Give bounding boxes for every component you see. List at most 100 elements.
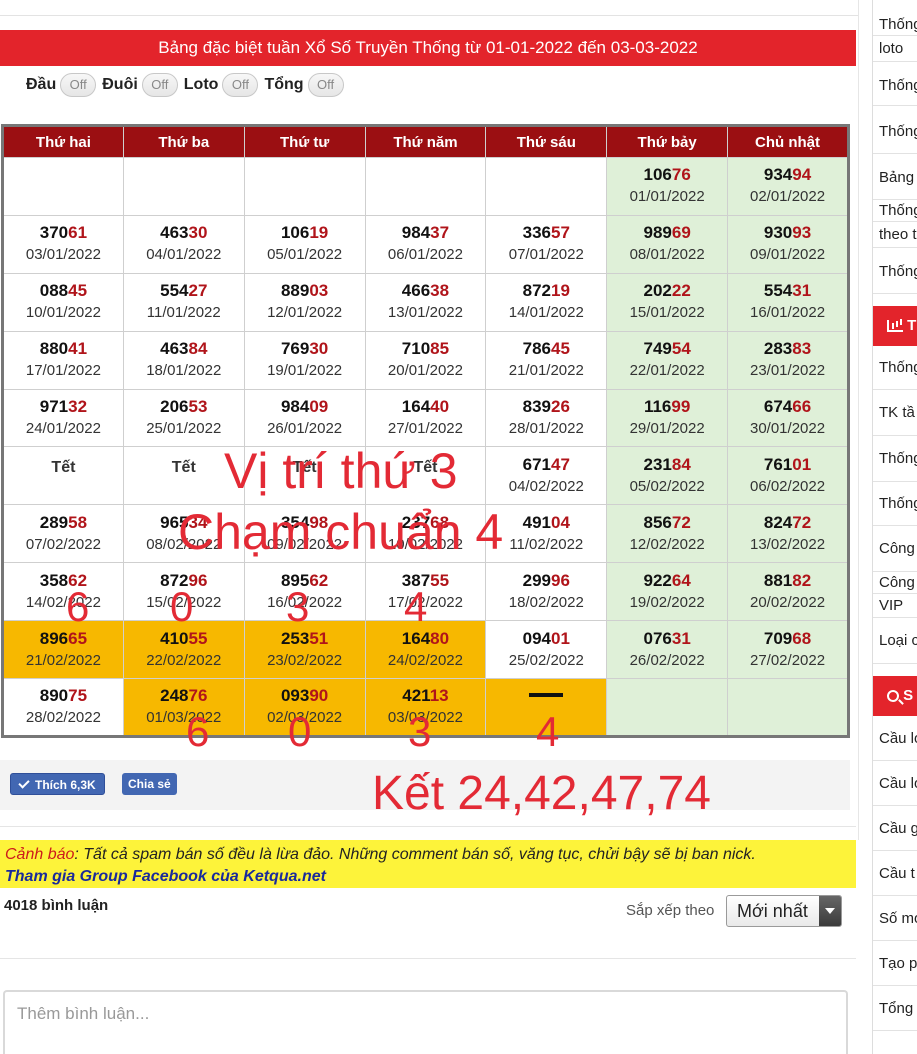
- special-prize-number[interactable]: 29996: [486, 570, 606, 592]
- sidebar-link[interactable]: Cầu t: [873, 851, 917, 896]
- sidebar-link[interactable]: loto: [873, 36, 917, 62]
- dau-switch[interactable]: Off: [60, 73, 97, 97]
- special-prize-number[interactable]: 23184: [607, 454, 727, 476]
- special-prize-number[interactable]: 24876: [124, 685, 244, 707]
- sidebar-link[interactable]: Thống: [873, 110, 917, 154]
- special-prize-number[interactable]: 16440: [366, 396, 486, 418]
- special-prize-number[interactable]: 08845: [4, 280, 123, 302]
- special-prize-number[interactable]: 98969: [607, 222, 727, 244]
- sidebar-link[interactable]: Cầu g: [873, 806, 917, 851]
- sidebar-link[interactable]: Cầu lo: [873, 716, 917, 761]
- special-prize-number[interactable]: 78645: [486, 338, 606, 360]
- special-prize-number[interactable]: 92264: [607, 570, 727, 592]
- sidebar-link[interactable]: theo t: [873, 222, 917, 248]
- sidebar-link[interactable]: Tổng: [873, 986, 917, 1031]
- special-prize-number[interactable]: 70968: [728, 628, 847, 650]
- special-prize-number[interactable]: 46384: [124, 338, 244, 360]
- special-prize-number[interactable]: 76101: [728, 454, 847, 476]
- chevron-down-icon[interactable]: [819, 896, 841, 926]
- sidebar-link[interactable]: Thống: [873, 250, 917, 294]
- special-prize-number[interactable]: 83926: [486, 396, 606, 418]
- sidebar-link[interactable]: VIP: [873, 594, 917, 618]
- special-prize-number[interactable]: 98409: [245, 396, 365, 418]
- sidebar-link[interactable]: Cầu lo: [873, 761, 917, 806]
- special-prize-number[interactable]: 23768: [366, 512, 486, 534]
- sidebar-link[interactable]: Thống: [873, 14, 917, 36]
- special-prize-number[interactable]: 89562: [245, 570, 365, 592]
- special-prize-number[interactable]: 10619: [245, 222, 365, 244]
- special-prize-number[interactable]: 09401: [486, 628, 606, 650]
- sidebar-link[interactable]: TK tầ: [873, 390, 917, 436]
- last-two-digits: 90: [309, 686, 329, 705]
- special-prize-number[interactable]: 49104: [486, 512, 606, 534]
- special-prize-number[interactable]: 76930: [245, 338, 365, 360]
- sidebar-link[interactable]: Tạo p: [873, 941, 917, 986]
- special-prize-number[interactable]: 82472: [728, 512, 847, 534]
- special-prize-number[interactable]: 87296: [124, 570, 244, 592]
- comment-input[interactable]: Thêm bình luận...: [3, 990, 848, 1054]
- result-cell: 38755 17/02/2022: [364, 562, 487, 622]
- special-prize-number[interactable]: 88041: [4, 338, 123, 360]
- special-prize-number[interactable]: 20653: [124, 396, 244, 418]
- sidebar-link[interactable]: Số mơ: [873, 896, 917, 941]
- special-prize-number[interactable]: 37061: [4, 222, 123, 244]
- special-prize-number[interactable]: 11699: [607, 396, 727, 418]
- sort-select[interactable]: Mới nhất: [726, 895, 842, 927]
- special-prize-number[interactable]: 89075: [4, 685, 123, 707]
- special-prize-number[interactable]: 88903: [245, 280, 365, 302]
- special-prize-number[interactable]: 33657: [486, 222, 606, 244]
- facebook-group-link[interactable]: Tham gia Group Facebook của Ketqua.net: [5, 866, 851, 888]
- result-cell: 33657 07/01/2022: [485, 214, 608, 274]
- special-prize-number[interactable]: 74954: [607, 338, 727, 360]
- warning-lead: Cảnh báo: [5, 846, 75, 863]
- special-prize-number[interactable]: 88182: [728, 570, 847, 592]
- special-prize-number[interactable]: 09390: [245, 685, 365, 707]
- sidebar-link[interactable]: Bảng: [873, 156, 917, 200]
- special-prize-number[interactable]: 42113: [366, 685, 486, 707]
- special-prize-number[interactable]: 98437: [366, 222, 486, 244]
- special-prize-number[interactable]: 20222: [607, 280, 727, 302]
- special-prize-number[interactable]: 41055: [124, 628, 244, 650]
- special-prize-number[interactable]: 67147: [486, 454, 606, 476]
- special-prize-number[interactable]: 28383: [728, 338, 847, 360]
- special-prize-number[interactable]: 93494: [728, 164, 847, 186]
- sidebar-link[interactable]: Loại c: [873, 618, 917, 664]
- result-cell: 46638 13/01/2022: [364, 272, 487, 332]
- special-prize-number[interactable]: 55427: [124, 280, 244, 302]
- special-prize-number[interactable]: 96534: [124, 512, 244, 534]
- special-prize-number[interactable]: 93093: [728, 222, 847, 244]
- special-prize-number[interactable]: 89665: [4, 628, 123, 650]
- sidebar-link[interactable]: Công: [873, 572, 917, 594]
- draw-date: 09/02/2022: [267, 535, 343, 553]
- sidebar-link[interactable]: Thống: [873, 482, 917, 526]
- sidebar-link[interactable]: Thống: [873, 200, 917, 222]
- loto-switch[interactable]: Off: [222, 73, 259, 97]
- special-prize-number[interactable]: 35498: [245, 512, 365, 534]
- table-row: 08845 10/01/2022 55427 11/01/2022 88903 12/01…: [2, 272, 849, 332]
- special-prize-number[interactable]: 35862: [4, 570, 123, 592]
- special-prize-number[interactable]: 28958: [4, 512, 123, 534]
- special-prize-number[interactable]: 46330: [124, 222, 244, 244]
- draw-date: 15/01/2022: [629, 304, 705, 322]
- special-prize-number[interactable]: 87219: [486, 280, 606, 302]
- sidebar-link[interactable]: Công: [873, 526, 917, 572]
- special-prize-number[interactable]: 85672: [607, 512, 727, 534]
- like-button[interactable]: Thích 6,3K: [10, 773, 105, 795]
- special-prize-number[interactable]: 16480: [366, 628, 486, 650]
- sidebar-link[interactable]: Thống: [873, 436, 917, 482]
- last-two-digits: 66: [792, 397, 812, 416]
- share-button[interactable]: Chia sẻ: [122, 773, 177, 795]
- special-prize-number[interactable]: 55431: [728, 280, 847, 302]
- special-prize-number[interactable]: 38755: [366, 570, 486, 592]
- duoi-switch[interactable]: Off: [141, 73, 178, 97]
- sidebar-link[interactable]: Thống: [873, 346, 917, 390]
- special-prize-number[interactable]: 10676: [607, 164, 727, 186]
- special-prize-number[interactable]: 71085: [366, 338, 486, 360]
- special-prize-number[interactable]: 97132: [4, 396, 123, 418]
- special-prize-number[interactable]: 46638: [366, 280, 486, 302]
- tong-switch[interactable]: Off: [307, 73, 344, 97]
- special-prize-number[interactable]: 25351: [245, 628, 365, 650]
- special-prize-number[interactable]: 07631: [607, 628, 727, 650]
- special-prize-number[interactable]: 67466: [728, 396, 847, 418]
- sidebar-link[interactable]: Thống: [873, 66, 917, 106]
